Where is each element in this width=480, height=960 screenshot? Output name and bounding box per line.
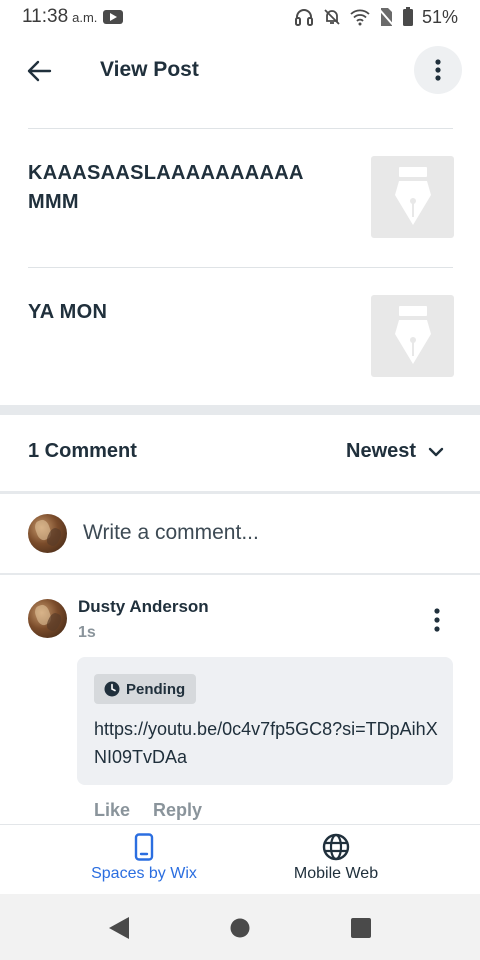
more-options-button[interactable] [414, 46, 462, 94]
comments-count: 1 Comment [28, 440, 137, 462]
reply-button[interactable]: Reply [153, 800, 202, 821]
more-vertical-icon [434, 608, 440, 632]
back-button[interactable] [22, 54, 56, 88]
pen-nib-icon [394, 167, 431, 225]
pen-nib-icon [394, 306, 431, 364]
globe-icon [322, 833, 350, 861]
battery-icon [402, 7, 413, 26]
more-vertical-icon [435, 59, 441, 81]
status-icons: 51% [294, 7, 458, 28]
home-circle-icon[interactable] [230, 918, 250, 938]
bottom-nav: Spaces by Wix Mobile Web [0, 824, 480, 894]
recents-square-icon[interactable] [350, 917, 372, 939]
post-item[interactable]: KAAASAASLAAAAAAAAAA MMM [28, 156, 454, 240]
chevron-down-icon [428, 447, 444, 456]
commenter-avatar[interactable] [28, 599, 67, 638]
status-bar: 11:38 a.m. 51% [0, 0, 480, 34]
divider [28, 267, 453, 268]
no-sim-icon [378, 8, 394, 26]
status-ampm: a.m. [72, 9, 98, 25]
divider [0, 491, 480, 494]
comment-actions: Like Reply [94, 800, 202, 821]
comment-text[interactable]: https://youtu.be/0c4v7fp5GC8?si=TDpAihXN… [94, 715, 439, 771]
back-triangle-icon[interactable] [108, 916, 130, 940]
section-separator [0, 405, 480, 415]
clock-icon [104, 681, 120, 697]
wifi-icon [350, 9, 370, 26]
tab-mobile-web[interactable]: Mobile Web [236, 833, 436, 883]
system-navigation-bar [0, 894, 480, 960]
avatar [28, 514, 67, 553]
headphones-icon [294, 9, 313, 26]
sort-dropdown[interactable]: Newest [346, 440, 444, 463]
status-badge-label: Pending [126, 680, 186, 698]
like-button[interactable]: Like [94, 800, 130, 821]
divider [28, 128, 453, 129]
phone-icon [134, 833, 154, 861]
tab-label: Mobile Web [293, 865, 379, 882]
status-badge: Pending [94, 674, 197, 704]
comment-body: Pending https://youtu.be/0c4v7fp5GC8?si=… [77, 657, 453, 785]
comment-timestamp: 1s [78, 624, 96, 641]
sort-label: Newest [346, 440, 417, 462]
app-bar: View Post [0, 34, 480, 108]
post-item[interactable]: YA MON [28, 295, 454, 379]
tab-label: Spaces by Wix [91, 865, 197, 882]
post-title: KAAASAASLAAAAAAAAAA MMM [28, 162, 303, 213]
comment-more-button[interactable] [424, 604, 450, 636]
commenter-name[interactable]: Dusty Anderson [78, 597, 209, 617]
status-time: 11:38 [22, 6, 69, 27]
post-title: YA MON [28, 301, 108, 323]
post-thumbnail [371, 295, 454, 377]
post-thumbnail [371, 156, 454, 238]
page-title: View Post [100, 58, 199, 81]
divider [0, 573, 480, 575]
youtube-icon [103, 10, 124, 24]
arrow-left-icon [27, 60, 52, 82]
write-comment-input[interactable]: Write a comment... [83, 521, 259, 545]
battery-percent: 51% [421, 6, 458, 27]
tab-spaces-by-wix[interactable]: Spaces by Wix [44, 833, 244, 883]
bell-off-icon [324, 9, 340, 25]
